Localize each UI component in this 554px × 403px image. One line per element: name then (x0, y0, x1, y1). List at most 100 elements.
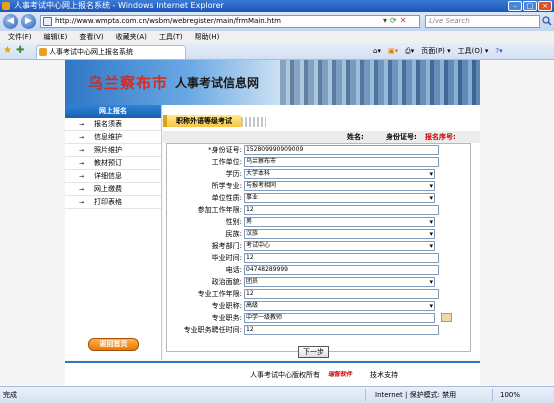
appoint-time-input[interactable]: 12 (244, 325, 439, 335)
stop-icon[interactable]: ✕ (400, 16, 407, 26)
form-row-ethnicity: 民族: 汉族 (167, 228, 472, 240)
next-step-button[interactable]: 下一步 (298, 346, 329, 358)
zoom-level[interactable]: 100% (500, 387, 520, 403)
menu-edit[interactable]: 编辑(E) (44, 31, 68, 43)
unit-type-select[interactable]: 事业 (244, 193, 435, 203)
tools-menu[interactable]: 工具(O) ▾ (458, 46, 489, 57)
form-row-political: 政治面貌: 团员 (167, 276, 472, 288)
work-years-input[interactable]: 12 (244, 205, 439, 215)
back-home-button[interactable]: 返回首页 (88, 338, 139, 351)
sidebar: 网上报名 → 报名须表 → 信息维护 → 照片维护 → 教材预订 → 详细信息 → 网上缴费… (65, 105, 162, 360)
add-favorite-icon[interactable]: ✚ (16, 46, 24, 56)
form-row-idcard: *身份证号: 152809990909009 (167, 144, 472, 156)
url-input[interactable]: http://www.wmpta.com.cn/wsbm/webregister… (40, 15, 420, 28)
menu-tools[interactable]: 工具(T) (159, 31, 183, 43)
home-icon[interactable]: ⌂▾ (373, 46, 381, 57)
print-icon[interactable]: ⎙▾ (405, 46, 414, 57)
minimize-icon[interactable]: – (508, 1, 522, 11)
sidebar-item-books[interactable]: → 教材预订 (65, 157, 161, 170)
phone-input[interactable]: 04748289999 (244, 265, 439, 275)
url-text: http://www.wmpta.com.cn/wsbm/webregister… (55, 17, 281, 25)
political-select[interactable]: 团员 (244, 277, 435, 287)
arrow-icon: → (79, 121, 85, 128)
form-row-pro-post: 专业职务: 中学一级教师 (167, 312, 472, 324)
favorites-bar: ★ ✚ 人事考试中心网上报名系统 ⌂▾ ▣▾ ⎙▾ 页面(P) ▾ 工具(O) … (0, 43, 554, 60)
search-icon[interactable] (542, 16, 552, 26)
vendor-logo: 瑞智软件 (328, 371, 353, 378)
form-row-gender: 性别: 男 (167, 216, 472, 228)
pro-title-label: 专业职称: (211, 302, 242, 310)
form-row-graduation: 毕业时间: 12 (167, 252, 472, 264)
education-select[interactable]: 大学本科 (244, 169, 435, 179)
window-title: 人事考试中心网上报名系统 - Windows Internet Explorer (14, 1, 224, 10)
pro-years-input[interactable]: 12 (244, 289, 439, 299)
menu-help[interactable]: 帮助(H) (195, 31, 220, 43)
pro-years-label: 专业工作年限: (197, 290, 242, 298)
pro-post-input[interactable]: 中学一级教师 (244, 313, 435, 323)
arrow-icon: → (79, 134, 85, 141)
dropdown-icon[interactable]: ▾ (383, 16, 387, 26)
tab-current[interactable]: 人事考试中心网上报名系统 (36, 45, 186, 59)
sidebar-item-payment[interactable]: → 网上缴费 (65, 183, 161, 196)
department-select[interactable]: 考试中心 (244, 241, 435, 251)
favorites-star-icon[interactable]: ★ (3, 46, 12, 56)
main-panel: 职称外语等级考试 姓名: 身份证号: 报名序号: *身份证号: 15280999… (163, 105, 480, 360)
sidebar-item-details[interactable]: → 详细信息 (65, 170, 161, 183)
education-label: 学历: (225, 170, 242, 178)
form-row-pro-years: 专业工作年限: 12 (167, 288, 472, 300)
refresh-icon[interactable]: ⟳ (390, 16, 397, 26)
security-zone: Internet | 保护模式: 禁用 (375, 391, 457, 399)
graduation-label: 毕业时间: (211, 254, 242, 262)
page-menu[interactable]: 页面(P) ▾ (421, 46, 450, 57)
banner-photo (280, 60, 480, 105)
forward-arrow-icon[interactable]: ▶ (21, 14, 36, 29)
search-input[interactable]: Live Search (425, 15, 540, 28)
page-content: 乌兰察布市 人事考试信息网 网上报名 → 报名须表 → 信息维护 → 照片维护 → 教材… (0, 60, 554, 386)
major-select[interactable]: 与报考相同 (244, 181, 435, 191)
employer-input[interactable]: 乌兰察布市 (244, 157, 439, 167)
menu-file[interactable]: 文件(F) (8, 31, 32, 43)
tech-support-text: 技术支持 (370, 371, 398, 379)
sidebar-item-photo[interactable]: → 照片维护 (65, 144, 161, 157)
sidebar-item-notice[interactable]: → 报名须表 (65, 118, 161, 131)
department-label: 报考部门: (211, 242, 242, 250)
back-arrow-icon[interactable]: ◀ (3, 14, 18, 29)
address-bar: ◀ ▶ http://www.wmpta.com.cn/wsbm/webregi… (0, 12, 554, 31)
sidebar-item-info[interactable]: → 信息维护 (65, 131, 161, 144)
maximize-icon[interactable]: □ (523, 1, 537, 11)
pro-title-select[interactable]: 高级 (244, 301, 435, 311)
section-tab-decoration (241, 117, 266, 127)
name-label: 姓名: (347, 133, 364, 141)
status-text: 完成 (3, 391, 17, 399)
command-bar: ⌂▾ ▣▾ ⎙▾ 页面(P) ▾ 工具(O) ▾ ?▾ (373, 46, 503, 57)
feeds-icon[interactable]: ▣▾ (388, 46, 398, 57)
arrow-icon: → (79, 147, 85, 154)
political-label: 政治面貌: (211, 278, 242, 286)
section-tab: 职称外语等级考试 (163, 115, 241, 127)
sidebar-item-print[interactable]: → 打印表格 (65, 196, 161, 209)
close-icon[interactable]: × (538, 1, 552, 11)
form-row-work-years: 参加工作年限: 12 (167, 204, 472, 216)
ethnicity-select[interactable]: 汉族 (244, 229, 435, 239)
form-row-major: 所学专业: 与报考相同 (167, 180, 472, 192)
help-icon[interactable]: ?▾ (495, 46, 502, 57)
menu-bar: 文件(F) 编辑(E) 查看(V) 收藏夹(A) 工具(T) 帮助(H) (0, 31, 554, 43)
gender-select[interactable]: 男 (244, 217, 435, 227)
idcard-input[interactable]: 152809990909009 (244, 145, 439, 155)
id-label: 身份证号: (386, 133, 417, 141)
graduation-input[interactable]: 12 (244, 253, 439, 263)
menu-favorites[interactable]: 收藏夹(A) (116, 31, 147, 43)
gender-label: 性别: (225, 218, 242, 226)
form-row-unit-type: 单位性质: 事业 (167, 192, 472, 204)
regno-label: 报名序号: (425, 133, 456, 141)
page-icon (43, 17, 52, 26)
address-tools: ▾ ⟳ ✕ (383, 16, 406, 26)
form-row-department: 报考部门: 考试中心 (167, 240, 472, 252)
major-label: 所学专业: (211, 182, 242, 190)
menu-view[interactable]: 查看(V) (79, 31, 103, 43)
select-post-icon[interactable] (441, 313, 452, 322)
arrow-icon: → (79, 199, 85, 206)
arrow-icon: → (79, 186, 85, 193)
form-row-employer: 工作单位: 乌兰察布市 (167, 156, 472, 168)
tab-page-icon (39, 48, 47, 56)
